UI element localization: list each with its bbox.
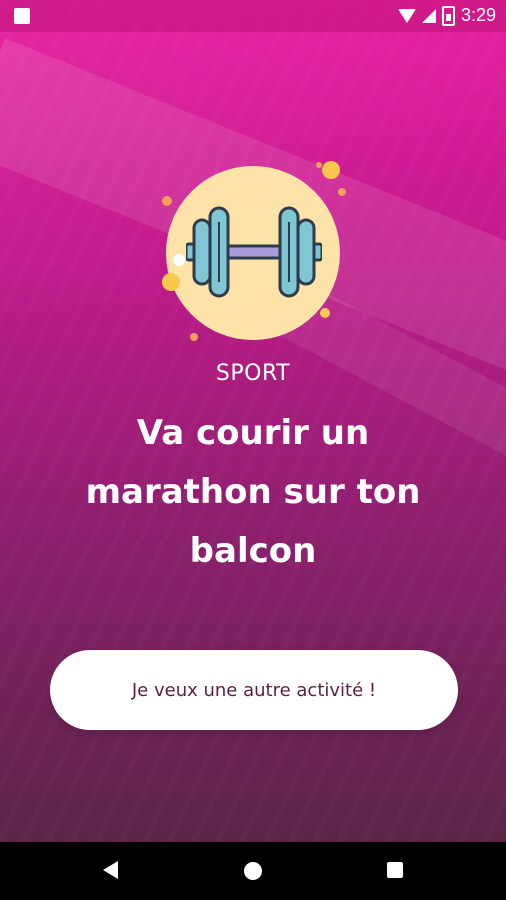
activity-category: SPORT [215, 361, 291, 386]
decor-dot [173, 254, 185, 266]
back-icon[interactable] [103, 861, 118, 879]
wifi-icon [397, 8, 416, 23]
signal-icon [421, 8, 436, 23]
sd-card-icon [14, 8, 30, 24]
decor-dot [316, 162, 322, 168]
dumbbell-icon [186, 206, 322, 298]
activity-screen: 3:29 SPORT Va courir un marathon sur ton… [0, 0, 506, 842]
home-icon[interactable] [244, 862, 262, 880]
another-activity-button[interactable]: Je veux une autre activité ! [50, 650, 458, 730]
clock: 3:29 [460, 5, 496, 25]
status-bar: 3:29 [0, 0, 506, 32]
another-activity-label: Je veux une autre activité ! [131, 679, 377, 701]
decor-dot [338, 188, 346, 196]
decor-dot [162, 273, 180, 291]
decor-dot [190, 333, 198, 341]
decor-dot [320, 308, 330, 318]
activity-title: Va courir un marathon sur ton balcon [85, 413, 421, 571]
decor-dot [322, 161, 340, 179]
decor-dot [162, 196, 172, 206]
recents-icon[interactable] [387, 862, 403, 878]
battery-icon [441, 5, 455, 26]
